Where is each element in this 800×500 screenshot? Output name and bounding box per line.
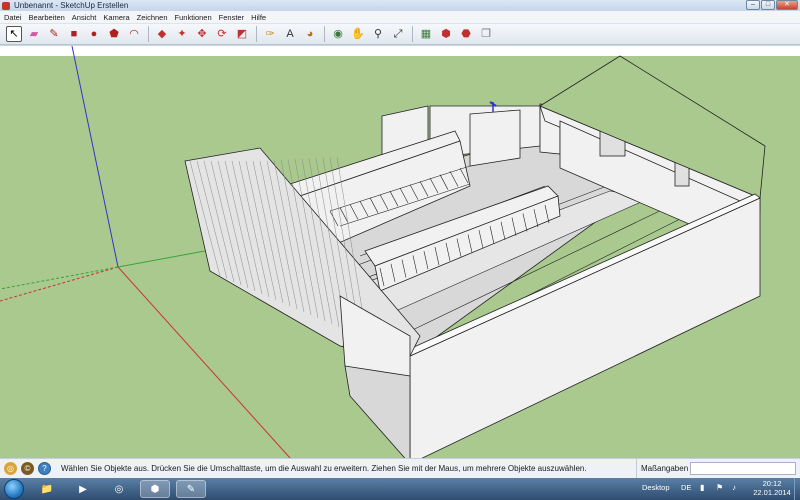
toolbar-separator — [256, 26, 257, 42]
sky-plane — [0, 46, 800, 56]
title-bar: Unbenannt - SketchUp Erstellen – □ ✕ — [0, 0, 800, 11]
menu-zeichnen[interactable]: Zeichnen — [137, 11, 168, 24]
help-icon[interactable]: ? — [38, 462, 51, 475]
share-model-tool-icon[interactable]: ⬢ — [438, 26, 454, 42]
measurements-input[interactable] — [690, 462, 796, 475]
menu-fenster[interactable]: Fenster — [219, 11, 244, 24]
toolbar-separator — [324, 26, 325, 42]
rectangle-tool-icon[interactable]: ■ — [66, 26, 82, 42]
select-tool-icon[interactable]: ↖ — [6, 26, 22, 42]
get-models-tool-icon[interactable]: ▦ — [418, 26, 434, 42]
drawing-viewport[interactable] — [0, 46, 800, 458]
show-desktop-button[interactable] — [794, 478, 800, 500]
push-pull-tool-icon[interactable]: ◆ — [154, 26, 170, 42]
status-message: Wählen Sie Objekte aus. Drücken Sie die … — [61, 464, 587, 473]
minimize-button[interactable]: – — [746, 0, 760, 10]
close-button[interactable]: ✕ — [776, 0, 798, 10]
polygon-tool-icon[interactable]: ⬟ — [106, 26, 122, 42]
eraser-tool-icon[interactable]: ▰ — [26, 26, 42, 42]
window-controls: – □ ✕ — [745, 0, 798, 11]
move-tool-icon[interactable]: ✥ — [194, 26, 210, 42]
tape-measure-tool-icon[interactable]: ✑ — [262, 26, 278, 42]
windows-taskbar: 📁 ▶ ◎ ⬢ ✎ Desktop DE ▮ ⚑ ♪ 20:12 22.01.2014 — [0, 478, 800, 500]
menu-hilfe[interactable]: Hilfe — [251, 11, 266, 24]
extension-warehouse-tool-icon[interactable]: ⬣ — [458, 26, 474, 42]
menu-ansicht[interactable]: Ansicht — [72, 11, 97, 24]
rotate-tool-icon[interactable]: ⟳ — [214, 26, 230, 42]
network-icon[interactable]: ▮ — [700, 483, 704, 492]
menu-bar: Datei Bearbeiten Ansicht Kamera Zeichnen… — [0, 11, 800, 24]
text-tool-icon[interactable]: A — [282, 26, 298, 42]
scale-tool-icon[interactable]: ◩ — [234, 26, 250, 42]
menu-datei[interactable]: Datei — [4, 11, 22, 24]
sketchup-app-icon[interactable] — [2, 1, 10, 10]
media-player-taskbar-icon[interactable]: ▶ — [68, 480, 98, 498]
sketchup-taskbar-icon[interactable]: ⬢ — [140, 480, 170, 498]
back-wall-door-panel — [469, 109, 521, 167]
maximize-button[interactable]: □ — [761, 0, 775, 10]
circle-tool-icon[interactable]: ● — [86, 26, 102, 42]
arc-tool-icon[interactable]: ◠ — [126, 26, 142, 42]
chrome-taskbar-icon[interactable]: ◎ — [104, 480, 134, 498]
tray-language[interactable]: DE — [681, 483, 691, 492]
clock[interactable]: 20:12 22.01.2014 — [752, 479, 792, 497]
paint-bucket-tool-icon[interactable]: ◕ — [302, 26, 318, 42]
volume-icon[interactable]: ♪ — [732, 483, 736, 492]
pencil-tool-icon[interactable]: ✎ — [46, 26, 62, 42]
paint-taskbar-icon[interactable]: ✎ — [176, 480, 206, 498]
clock-date: 22.01.2014 — [753, 488, 791, 497]
menu-funktionen[interactable]: Funktionen — [175, 11, 212, 24]
tray-desktop-label[interactable]: Desktop — [642, 483, 670, 492]
flag-icon[interactable]: ⚑ — [716, 483, 723, 492]
status-bar: ◎ © ? Wählen Sie Objekte aus. Drücken Si… — [0, 458, 800, 478]
menu-bearbeiten[interactable]: Bearbeiten — [29, 11, 65, 24]
toolbar-separator — [148, 26, 149, 42]
scene-canvas[interactable] — [0, 46, 800, 458]
follow-me-tool-icon[interactable]: ✦ — [174, 26, 190, 42]
clock-time: 20:12 — [762, 479, 782, 488]
explorer-taskbar-icon[interactable]: 📁 — [32, 480, 62, 498]
menu-kamera[interactable]: Kamera — [103, 11, 129, 24]
orbit-tool-icon[interactable]: ◉ — [330, 26, 346, 42]
geolocation-icon[interactable]: ◎ — [4, 462, 17, 475]
zoom-tool-icon[interactable]: ⚲ — [370, 26, 386, 42]
pan-tool-icon[interactable]: ✋ — [350, 26, 366, 42]
window-title: Unbenannt - SketchUp Erstellen — [14, 1, 129, 10]
toolbar-separator — [412, 26, 413, 42]
credits-icon[interactable]: © — [21, 462, 34, 475]
zoom-extents-tool-icon[interactable]: ⤢ — [390, 26, 406, 42]
layout-tool-icon[interactable]: ❐ — [478, 26, 494, 42]
measurements-label: Maßangaben — [636, 459, 688, 478]
main-toolbar: ↖ ▰ ✎ ■ ● ⬟ ◠ ◆ ✦ ✥ ⟳ ◩ ✑ A ◕ ◉ ✋ ⚲ ⤢ ▦ ⬢ ⬣ ❐ — [0, 24, 800, 45]
start-button[interactable] — [4, 479, 24, 499]
sketchup-window: Unbenannt - SketchUp Erstellen – □ ✕ Dat… — [0, 0, 800, 500]
